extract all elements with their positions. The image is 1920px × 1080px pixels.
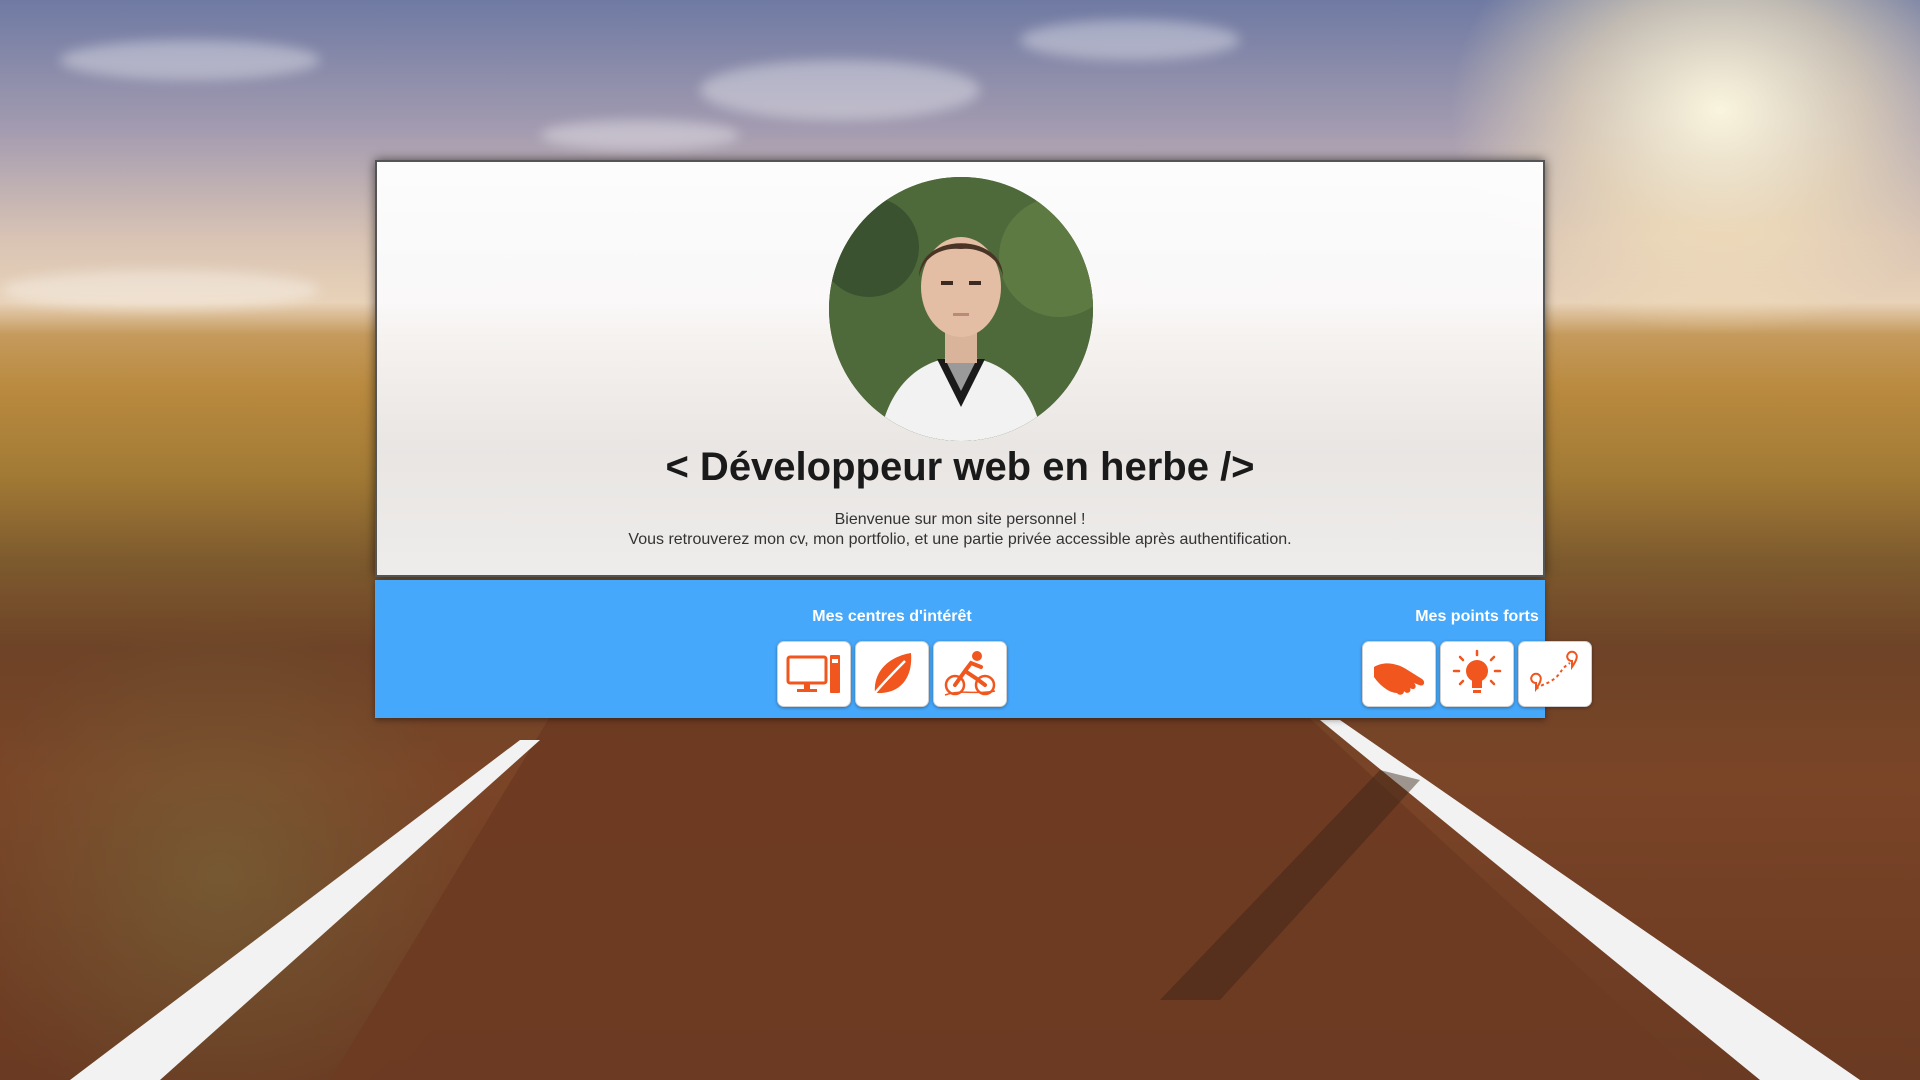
cyclist-icon[interactable] (933, 641, 1007, 707)
profile-card: < Développeur web en herbe /> Bienvenue … (375, 160, 1545, 577)
highlights-bar: Mes centres d'intérêt Mes points forts (375, 580, 1592, 718)
handshake-icon[interactable] (1362, 641, 1436, 707)
interests-icons (742, 641, 1042, 707)
welcome-line-1: Bienvenue sur mon site personnel ! (834, 511, 1086, 528)
page-title: < Développeur web en herbe /> (665, 445, 1255, 489)
computer-icon[interactable] (777, 641, 851, 707)
strengths-icons (1327, 641, 1627, 707)
route-icon[interactable] (1518, 641, 1592, 707)
lightbulb-icon[interactable] (1440, 641, 1514, 707)
profile-photo (829, 177, 1093, 441)
welcome-text: Bienvenue sur mon site personnel ! Vous … (377, 510, 1543, 550)
strengths-title: Mes points forts (1415, 608, 1539, 625)
leaf-icon[interactable] (855, 641, 929, 707)
interests-title: Mes centres d'intérêt (812, 608, 972, 625)
profile-avatar (829, 177, 1093, 441)
welcome-line-2: Vous retrouverez mon cv, mon portfolio, … (628, 531, 1292, 548)
